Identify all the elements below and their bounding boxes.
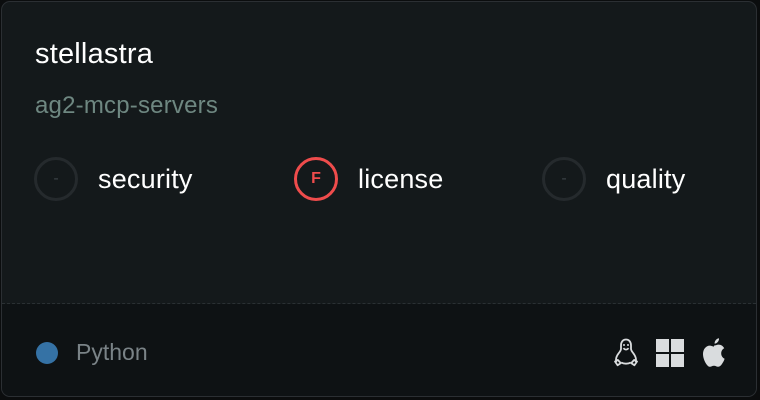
- repo-name[interactable]: ag2-mcp-servers: [35, 92, 218, 120]
- quality-label: quality: [606, 163, 686, 194]
- score-license: F license: [294, 155, 443, 203]
- linux-icon: [614, 338, 638, 367]
- language-name: Python: [76, 339, 148, 365]
- language-color-dot: [36, 342, 58, 364]
- license-grade-badge: F: [294, 157, 338, 201]
- license-label: license: [358, 163, 444, 194]
- repo-owner: stellastra: [35, 38, 154, 70]
- quality-grade-badge: -: [542, 157, 586, 201]
- security-grade-badge: -: [34, 157, 78, 201]
- card-header: stellastra ag2-mcp-servers - security F …: [2, 2, 756, 304]
- score-quality: - quality: [542, 155, 685, 203]
- apple-icon: [703, 338, 725, 367]
- windows-icon: [656, 339, 684, 367]
- card-footer: Python: [2, 304, 756, 396]
- server-card[interactable]: stellastra ag2-mcp-servers - security F …: [1, 1, 757, 397]
- score-security: - security: [34, 155, 193, 203]
- security-label: security: [98, 163, 193, 194]
